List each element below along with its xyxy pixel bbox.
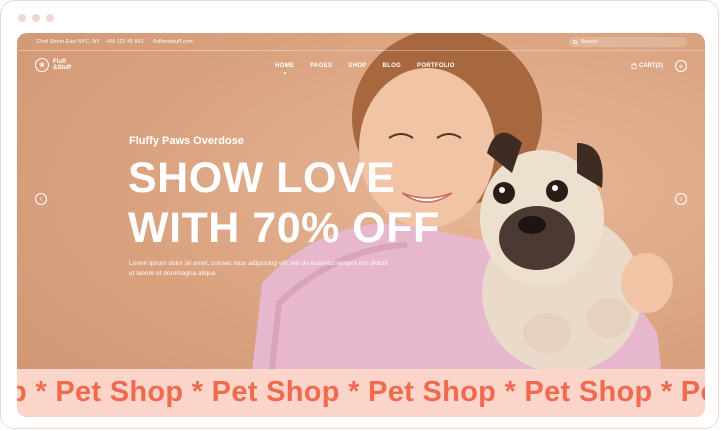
search-icon [573, 39, 578, 45]
hero-description: Lorem ipsum dolor sit amet, consec tetur… [129, 260, 389, 277]
logo-line-2: &Stuff [53, 65, 71, 71]
cart-link[interactable]: CART(2) [631, 63, 663, 69]
nav-menu: HOME PAGES SHOP BLOG PORTFOLIO [275, 63, 455, 74]
paw-logo-icon: ❀ [35, 58, 49, 72]
search-input[interactable]: Search [569, 37, 687, 47]
cart-label: CART(2) [639, 63, 663, 69]
website-viewport: 22nd Street East NYC, NY +00 123 45 842 … [17, 33, 705, 417]
plus-icon[interactable]: + [675, 60, 687, 72]
site-logo[interactable]: ❀ Fluff &Stuff [35, 58, 71, 72]
window-dot-icon[interactable] [46, 14, 54, 22]
nav-item-blog[interactable]: BLOG [382, 63, 401, 69]
pet-shop-marquee-banner: p * Pet Shop * Pet Shop * Pet Shop * Pet… [17, 369, 705, 417]
headline-line-1: SHOW LOVE [128, 154, 396, 202]
top-info-bar: 22nd Street East NYC, NY +00 123 45 842 … [17, 33, 705, 51]
search-placeholder: Search [581, 39, 599, 45]
headline-line-2: WITH 70% OFF [128, 204, 440, 252]
slider-prev-arrow-icon[interactable]: ‹ [35, 193, 47, 205]
nav-item-portfolio[interactable]: PORTFOLIO [417, 63, 455, 69]
main-navigation: ❀ Fluff &Stuff HOME PAGES SHOP BLOG PORT… [17, 51, 705, 81]
nav-item-shop[interactable]: SHOP [348, 63, 366, 69]
marquee-text: p * Pet Shop * Pet Shop * Pet Shop * Pet… [17, 376, 705, 408]
nav-item-home[interactable]: HOME [275, 63, 294, 74]
hero-headline: SHOW LOVE WITH 70% OFF [128, 153, 440, 253]
slider-next-arrow-icon[interactable]: › [675, 193, 687, 205]
address-text: 22nd Street East NYC, NY [36, 39, 100, 45]
window-dot-icon[interactable] [32, 14, 40, 22]
browser-titlebar [1, 1, 718, 33]
window-dot-icon[interactable] [18, 14, 26, 22]
phone-text[interactable]: +00 123 45 842 [106, 39, 144, 45]
browser-window: 22nd Street East NYC, NY +00 123 45 842 … [0, 0, 719, 429]
hero-eyebrow: Fluffy Paws Overdose [129, 135, 244, 147]
cart-bag-icon [631, 63, 637, 69]
email-text[interactable]: fluffandstuff.com [153, 39, 193, 45]
nav-item-pages[interactable]: PAGES [310, 63, 332, 69]
